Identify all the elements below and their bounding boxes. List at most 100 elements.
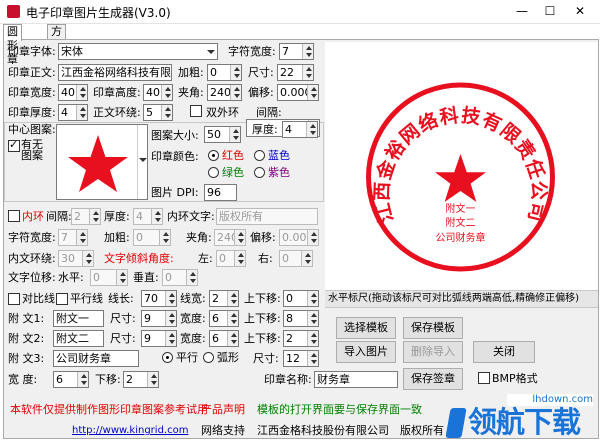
text-shift-label: 文字位移:	[8, 271, 56, 284]
maximize-button[interactable]: ☐	[540, 2, 560, 20]
double-ring-checkbox[interactable]	[190, 105, 202, 117]
inner-text-input[interactable]: 版权所有	[216, 208, 318, 225]
horizontal-ruler[interactable]: 水平标尺(拖动该标尺可对比弧线两端高低,精确修正偏移)	[325, 290, 598, 308]
color-red-radio[interactable]	[208, 150, 219, 161]
side-text2-width-stepper[interactable]: 6	[209, 330, 239, 347]
side-text1-size-stepper[interactable]: 9	[141, 310, 177, 327]
ring-thick-stepper[interactable]: 4	[282, 121, 318, 138]
charw-label: 字符宽度:	[228, 45, 276, 58]
ring-thick-label: 厚度:	[252, 123, 278, 136]
line-width-stepper[interactable]: 2	[209, 290, 239, 307]
inner-ring-checkbox[interactable]	[8, 210, 20, 222]
side-text3-size-label: 尺寸:	[253, 352, 279, 365]
parallel-radio[interactable]	[162, 352, 173, 363]
offset-stepper[interactable]: 0.000	[277, 84, 319, 101]
side-text2-size-label: 尺寸:	[110, 332, 136, 345]
seal-width-stepper[interactable]: 40	[58, 84, 88, 101]
seal-text-label: 印章正文:	[8, 66, 56, 79]
pattern-size-stepper[interactable]: 50	[204, 126, 241, 143]
font-select[interactable]: 宋体	[58, 43, 218, 60]
inner-angle-label: 夹角:	[186, 231, 212, 244]
seal-height-stepper[interactable]: 40	[143, 84, 173, 101]
bottom-down-label: 下移:	[95, 373, 121, 386]
inner-angle-stepper[interactable]: 240	[214, 229, 246, 246]
inner-thick-stepper[interactable]: 4	[133, 208, 163, 225]
inner-bold-stepper[interactable]: 0	[133, 229, 171, 246]
inner-offset-stepper[interactable]: 0.000	[279, 229, 319, 246]
chevron-down-icon	[137, 125, 147, 199]
side-text1-ud-stepper[interactable]: 8	[283, 310, 319, 327]
pattern-select[interactable]	[56, 124, 148, 200]
double-ring-label: 双外环	[206, 106, 239, 119]
seal-image: 江西金裕网络科技有限责任公司 附文一 附文二 公司财务章	[366, 82, 555, 272]
compare-line-checkbox[interactable]	[8, 293, 20, 305]
seal-height-label: 印章高度:	[93, 86, 141, 99]
pattern-size-label: 图案大小:	[151, 129, 199, 142]
size-stepper[interactable]: 22	[277, 64, 314, 81]
charw-stepper[interactable]: 7	[279, 43, 314, 60]
close-button[interactable]: ✕	[570, 2, 590, 20]
side-text3-size-stepper[interactable]: 12	[283, 350, 319, 367]
color-purple-radio[interactable]	[254, 167, 265, 178]
bold-stepper[interactable]: 0	[207, 64, 242, 81]
seal-color-label: 印章颜色:	[151, 150, 199, 163]
angle-label: 夹角:	[178, 86, 204, 99]
bottom-width-stepper[interactable]: 6	[53, 371, 89, 388]
seal-thick-stepper[interactable]: 4	[58, 104, 88, 121]
side-text1-input[interactable]: 附文一	[53, 310, 104, 327]
size-label: 尺寸:	[248, 66, 274, 79]
inner-wrap-stepper[interactable]: 30	[58, 250, 94, 267]
side-text2-size-stepper[interactable]: 9	[141, 330, 177, 347]
side-text2-input[interactable]: 附文二	[53, 330, 104, 347]
dpi-input[interactable]: 96	[204, 184, 237, 201]
tab-square-seal[interactable]: 方形章	[47, 24, 66, 66]
bottom-down-stepper[interactable]: 2	[123, 371, 159, 388]
chevron-down-icon	[203, 44, 217, 59]
tilt-right-stepper[interactable]: 0	[279, 250, 313, 267]
v-shift-stepper[interactable]: 0	[162, 269, 198, 286]
v-shift-label: 垂直:	[133, 271, 159, 284]
side-text1-width-stepper[interactable]: 6	[209, 310, 239, 327]
inner-charw-stepper[interactable]: 7	[58, 229, 88, 246]
bmp-checkbox[interactable]	[478, 372, 490, 384]
app-icon	[7, 5, 20, 18]
seal-name-input[interactable]: 财务章	[314, 371, 398, 388]
disclaimer-text: 本软件仅提供制作图形印章图案参考试用	[10, 403, 208, 416]
save-template-button[interactable]: 保存模板	[403, 317, 463, 339]
side-text3-label: 附 文3:	[8, 352, 45, 365]
tilt-left-stepper[interactable]: 0	[216, 250, 246, 267]
inner-bold-label: 加粗:	[104, 231, 130, 244]
line-ud-stepper[interactable]: 0	[283, 290, 319, 307]
support-label: 网络支持	[201, 424, 245, 437]
text-ring-stepper[interactable]: 5	[143, 104, 173, 121]
line-width-label: 线宽:	[180, 292, 206, 305]
angle-stepper[interactable]: 240	[207, 84, 242, 101]
side-text2-ud-stepper[interactable]: 2	[283, 330, 319, 347]
color-blue-label: 蓝色	[268, 149, 290, 162]
delete-import-button[interactable]: 删除导入	[403, 341, 463, 363]
center-pattern-label: 中心图案:	[8, 123, 56, 136]
inner-gap-stepper[interactable]: 2	[71, 208, 101, 225]
arc-radio[interactable]	[203, 352, 214, 363]
h-shift-stepper[interactable]: 0	[90, 269, 128, 286]
color-green-radio[interactable]	[208, 167, 219, 178]
product-statement-link[interactable]: 产品声明	[201, 403, 245, 417]
save-seal-button[interactable]: 保存签章	[403, 368, 463, 390]
has-pattern-checkbox[interactable]	[8, 138, 20, 152]
minimize-button[interactable]: —	[512, 2, 532, 20]
parallel-line-checkbox[interactable]	[56, 293, 68, 305]
tab-round-seal[interactable]: 圆形章	[3, 24, 22, 66]
side-text3-input[interactable]: 公司财务章	[53, 350, 139, 367]
star-icon	[68, 135, 128, 192]
dpi-label: 图片 DPI:	[151, 186, 199, 199]
company-label: 江西金格科技股份有限公司	[257, 424, 389, 437]
seal-text-input[interactable]: 江西金裕网络科技有限责	[58, 64, 172, 81]
close-app-button[interactable]: 关闭	[473, 341, 535, 363]
color-blue-radio[interactable]	[254, 150, 265, 161]
website-link[interactable]: http://www.kingrid.com	[72, 424, 188, 438]
choose-template-button[interactable]: 选择模板	[336, 317, 396, 339]
side-text2-label: 附 文2:	[8, 332, 45, 345]
import-image-button[interactable]: 导入图片	[336, 341, 396, 363]
line-length-stepper[interactable]: 70	[141, 290, 177, 307]
side-text1-size-label: 尺寸:	[110, 312, 136, 325]
